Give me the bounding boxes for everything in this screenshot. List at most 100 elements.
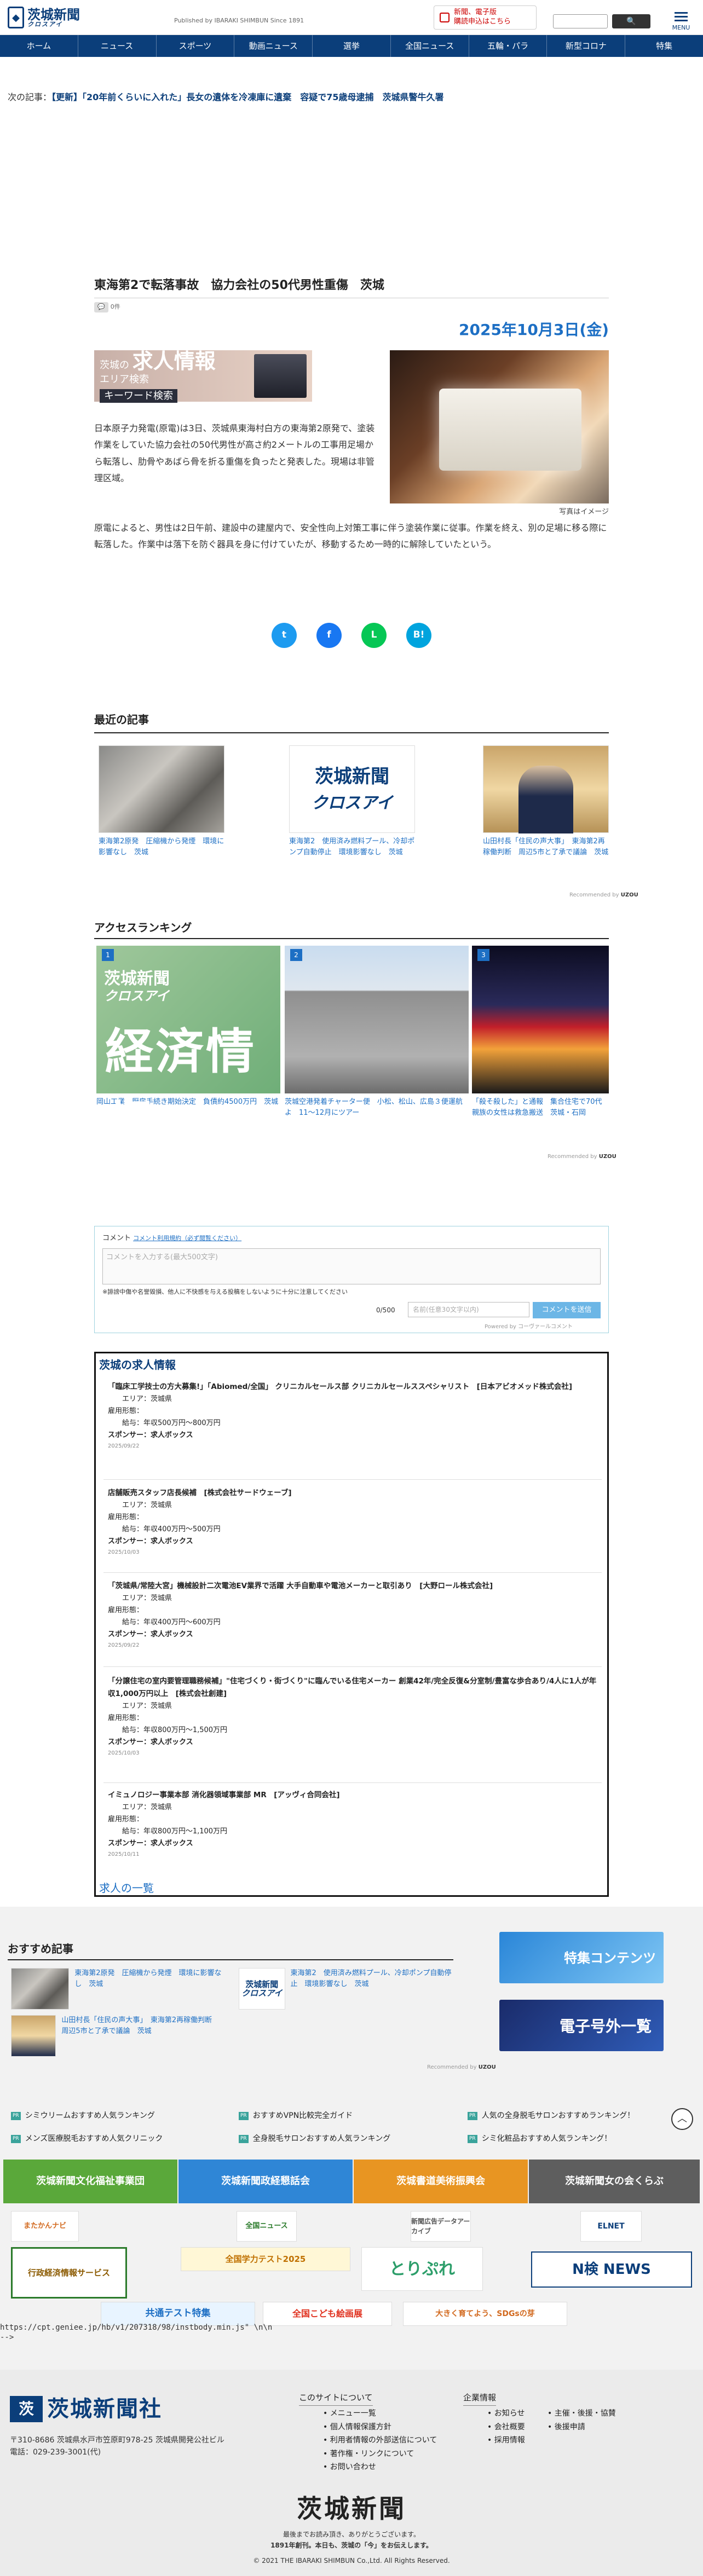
logo-thumb-sub: クロスアイ <box>311 794 393 813</box>
hatena-share-icon[interactable]: B! <box>406 623 431 648</box>
nav-video[interactable]: 動画ニュース <box>234 35 313 57</box>
ranking-caption: 茨城空港発着チャーター便 小松、松山、広島３便運航よ 11〜12月にツアー <box>285 1098 463 1117</box>
job-item[interactable]: 「臨床工学技士の方大募集!」「Abiomed/全国」 クリニカルセールス部 クリ… <box>108 1381 601 1451</box>
job-salary: 給与：年収800万円〜1,100万円 <box>122 1827 228 1836</box>
job-title[interactable]: 店舗販売スタッフ店長候補 [株式会社サードウェーブ] <box>108 1487 601 1500</box>
article-date: 2025年10月3日(金) <box>459 321 609 339</box>
facebook-share-icon[interactable]: f <box>316 623 342 648</box>
job-date: 2025/09/22 <box>108 1642 140 1649</box>
job-item[interactable]: 「分譲住宅の室内要管理職務候補」"住宅づくり・街づくり"に臨んでいる住宅メーカー… <box>108 1675 601 1758</box>
next-article-link[interactable]: 【更新】「20年前くらいに入れた」長女の遺体を冷凍庫に遺棄 容疑で75歳母逮捕 … <box>51 92 444 102</box>
ad-line1: 茨城の <box>100 359 129 371</box>
footer-about-list: メニュー一覧 個人情報保護方針 利用者情報の外部送信について 著作権・リンクにつ… <box>323 2407 437 2474</box>
ranking-item[interactable]: 2 茨城空港発着チャーター便 小松、松山、広島３便運航よ 11〜12月にツアー <box>285 946 469 1118</box>
ranking-item[interactable]: 茨城新聞 クロスアイ 経済情報 1 岡山工業 厨房手続き期始決定 負債約4500万… <box>96 946 280 1152</box>
menu-button[interactable]: MENU <box>671 10 691 32</box>
feature-content-banner[interactable]: 特集コンテンツ <box>499 1932 664 1983</box>
partner-banner[interactable]: 全国学力テスト2025 <box>181 2247 350 2271</box>
footer-link[interactable]: 後援申請 <box>548 2421 616 2434</box>
footer-link[interactable]: お問い合わせ <box>323 2461 437 2474</box>
partner-banner[interactable]: N検 NEWS <box>531 2251 692 2288</box>
comment-textarea[interactable]: コメントを入力する(最大500文字) <box>102 1248 601 1284</box>
partner-banner[interactable]: 全国こども絵画展 <box>263 2302 392 2326</box>
jobs-list-link[interactable]: 求人の一覧 <box>99 1880 154 1896</box>
job-title[interactable]: 「分譲住宅の室内要管理職務候補」"住宅づくり・街づくり"に臨んでいる住宅メーカー… <box>108 1675 601 1700</box>
pr-link[interactable]: PR シミウリームおすすめ人気ランキング <box>11 2110 155 2122</box>
recommend-item[interactable]: 東海第2原発 圧縮機から発煙 環境に影響なし 茨城 <box>11 1968 224 2010</box>
job-item[interactable]: イミュノロジー事業本部 消化器領域事業部 MR [アッヴィ合同会社] エリア：茨… <box>108 1789 601 1859</box>
job-title[interactable]: 「臨床工学技士の方大募集!」「Abiomed/全国」 クリニカルセールス部 クリ… <box>108 1381 601 1393</box>
ad-person-image <box>254 354 307 398</box>
nav-election[interactable]: 選挙 <box>313 35 391 57</box>
partner-banner[interactable]: 新聞広告データアーカイブ <box>411 2211 471 2242</box>
footer-address: 〒310-8686 茨城県水戸市笠原町978-25 茨城県開発公社ビル 電話：0… <box>10 2436 224 2457</box>
org-button-calligraphy[interactable]: 茨城書道美術振興会 <box>354 2160 528 2203</box>
partner-banner[interactable]: 全国ニュース <box>237 2211 297 2242</box>
footer-link[interactable]: お知らせ <box>487 2407 525 2421</box>
pr-link[interactable]: PR 全身脱毛サロンおすすめ人気ランキング <box>239 2133 390 2145</box>
ranking-item[interactable]: 3 「殺そ殺した」と通報 集合住宅で70代親族の女性は救急搬送 茨城・石岡 <box>472 946 609 1118</box>
recent-thumb <box>483 745 609 833</box>
line-share-icon[interactable]: L <box>361 623 387 648</box>
jobs-panel: 茨城の求人情報 「臨床工学技士の方大募集!」「Abiomed/全国」 クリニカル… <box>94 1352 609 1897</box>
footer-link[interactable]: 会社概要 <box>487 2421 525 2434</box>
back-to-top-button[interactable]: ︿ <box>671 2108 693 2130</box>
article-photo[interactable] <box>390 350 609 503</box>
partner-banner[interactable]: ELNET <box>580 2211 642 2242</box>
job-title[interactable]: イミュノロジー事業本部 消化器領域事業部 MR [アッヴィ合同会社] <box>108 1789 601 1802</box>
search-input[interactable] <box>553 14 608 28</box>
org-button-politics[interactable]: 茨城新聞政経懇話会 <box>178 2160 353 2203</box>
pr-link[interactable]: PR メンズ医療脱毛おすすめ人気クリニック <box>11 2133 163 2145</box>
partner-banner[interactable]: 大きく育てよう、SDGsの芽 <box>403 2302 567 2326</box>
site-logo[interactable]: ◆ 茨城新聞 クロスアイ <box>8 4 139 31</box>
nav-sports[interactable]: スポーツ <box>157 35 235 57</box>
footer-about-heading: このサイトについて <box>299 2392 373 2406</box>
ad-line2: エリア検索 <box>100 374 149 386</box>
recent-item[interactable]: 東海第2原発 圧縮機から発煙 環境に影響なし 茨城 <box>99 745 224 858</box>
post-comment-button[interactable]: コメントを送信 <box>533 1302 601 1318</box>
article-meta: 💬 0件 <box>94 302 120 312</box>
footer-logo[interactable]: 茨 茨城新聞社 <box>10 2393 162 2426</box>
nav-olympics[interactable]: 五輪・パラ <box>469 35 548 57</box>
footer-link[interactable]: メニュー一覧 <box>323 2407 437 2421</box>
extra-edition-banner[interactable]: 電子号外一覧 <box>499 2000 664 2051</box>
job-item[interactable]: 店舗販売スタッフ店長候補 [株式会社サードウェーブ] エリア：茨城県 雇用形態：… <box>108 1487 601 1557</box>
comment-count[interactable]: 0件 <box>111 303 120 312</box>
job-salary: 給与：年収400万円〜500万円 <box>122 1525 221 1534</box>
subscribe-button[interactable]: 新聞、電子版 購読申込はこちら <box>434 5 537 30</box>
twitter-share-icon[interactable]: t <box>272 623 297 648</box>
nav-home[interactable]: ホーム <box>0 35 78 57</box>
footer-link[interactable]: 著作権・リンクについて <box>323 2447 437 2461</box>
footer-link[interactable]: 個人情報保護方針 <box>323 2421 437 2434</box>
partner-banner[interactable]: とりぷれ <box>361 2247 483 2291</box>
recommend-item[interactable]: 茨城新聞 クロスアイ 東海第2 使用済み燃料プール、冷却ポンプ自動停止 環境影響な… <box>239 1968 452 2010</box>
recent-item[interactable]: 山田村長「住民の声大事」 東海第2再稼働判断 周辺5市と了承で議論 茨城 <box>483 745 609 858</box>
footer-link[interactable]: 採用情報 <box>487 2434 525 2447</box>
pr-link[interactable]: PR 人気の全身脱毛サロンおすすめランキング！ <box>468 2110 635 2122</box>
job-title[interactable]: 「茨城県/常陸大宮」機械設計二次電池EV業界で活躍 大手自動車や電池メーカーと取… <box>108 1580 601 1593</box>
comment-terms-link[interactable]: コメント利用規約（必ず閲覧ください） <box>133 1235 241 1242</box>
recommend-thumb <box>11 2015 56 2057</box>
footer-link[interactable]: 利用者情報の外部送信について <box>323 2434 437 2447</box>
nav-national[interactable]: 全国ニュース <box>391 35 469 57</box>
recommend-item[interactable]: 山田村長「住民の声大事」 東海第2再稼働判断 周辺5市と了承で議論 茨城 <box>11 2015 224 2057</box>
org-button-women[interactable]: 茨城新聞女の会くらぶ <box>529 2160 700 2203</box>
partner-banner[interactable]: 行政経済情報サービス <box>11 2247 127 2299</box>
job-ad-banner[interactable]: 茨城の 求人情報 エリア検索 キーワード検索 <box>94 349 312 403</box>
footer-link[interactable]: 主催・後援・協賛 <box>548 2407 616 2421</box>
ranking-overlay: 経済情報 <box>105 1023 257 1152</box>
article-paragraph: 日本原子力発電(原電)は3日、茨城県東海村白方の東海第2原発で、塗装作業をしてい… <box>94 423 375 484</box>
nav-news[interactable]: ニュース <box>78 35 157 57</box>
nav-feature[interactable]: 特集 <box>625 35 703 57</box>
partner-banner[interactable]: またかんナビ <box>11 2211 79 2242</box>
nav-corona[interactable]: 新型コロナ <box>547 35 626 57</box>
nickname-input[interactable]: 名前(任意30文字以内) <box>408 1302 529 1317</box>
recent-item[interactable]: 茨城新聞 クロスアイ 東海第2 使用済み燃料プール、冷却ポンプ自動停止 環境影響… <box>289 745 415 858</box>
recent-heading: 最近の記事 <box>94 713 149 726</box>
pr-link[interactable]: PR シミ化粧品おすすめ人気ランキング！ <box>468 2133 612 2145</box>
search-button[interactable]: 🔍 <box>612 14 650 28</box>
pr-link[interactable]: PR おすすめVPN比較完全ガイド <box>239 2110 353 2122</box>
job-type: 雇用形態： <box>108 1407 144 1416</box>
job-item[interactable]: 「茨城県/常陸大宮」機械設計二次電池EV業界で活躍 大手自動車や電池メーカーと取… <box>108 1580 601 1650</box>
org-button-welfare[interactable]: 茨城新聞文化福祉事業団 <box>3 2160 177 2203</box>
